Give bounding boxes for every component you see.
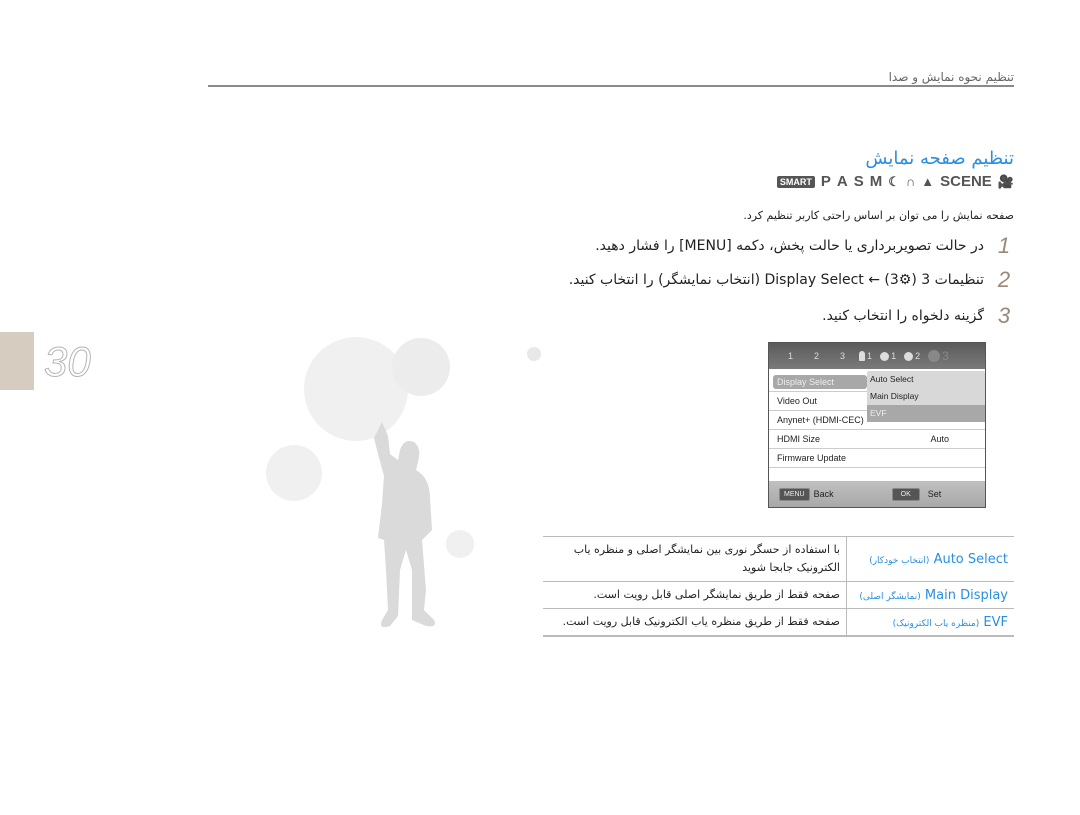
tab-label: 1 (891, 351, 897, 361)
row-label: Firmware Update (777, 453, 847, 463)
a-mode-icon: A (836, 173, 848, 190)
tab-label: 2 (814, 351, 820, 361)
tab-label: 3 (840, 351, 846, 361)
bubble-medium (392, 338, 450, 396)
option-description: صفحه فقط از طریق منظره یاب الکترونیک قاب… (543, 608, 847, 637)
boy-silhouette (374, 422, 435, 628)
row-label: Anynet+ (HDMI-CEC) (777, 415, 864, 425)
tab-gear-3: 3 (928, 349, 949, 363)
option-label: Auto Select (933, 551, 1008, 567)
tab-label: 3 (942, 349, 949, 363)
menu-key-icon: MENU (779, 487, 810, 501)
option-name: Main Display (نمایشگر اصلی) (846, 581, 1014, 609)
table-row: EVF (منظره یاب الکترونیک) صفحه فقط از طر… (543, 608, 1014, 637)
bubble-left (266, 445, 322, 501)
camera-menu-screen: 1 2 3 1 1 2 3 Display Select Video Out A… (768, 342, 986, 508)
step-number: 1 (997, 233, 1011, 258)
scene-mode-icon: SCENE (940, 173, 992, 190)
gear-icon (880, 351, 890, 361)
movie-mode-icon: 🎥 (997, 173, 1014, 189)
mode-icons: SMART P A S M ☾ ∩ ▲ SCENE 🎥 (776, 173, 1014, 190)
step-number: 2 (997, 267, 1011, 292)
step-text: گزینه دلخواه را انتخاب کنید. (822, 308, 984, 324)
set-label: Set (927, 489, 942, 499)
section-header: تنظیم نحوه نمایش و صدا (888, 70, 1014, 84)
row-label: Display Select (773, 375, 867, 389)
person-icon (859, 351, 866, 361)
gear-icon (904, 351, 914, 361)
bubble-tiny (527, 347, 541, 361)
option-description: صفحه فقط از طریق نمایشگر اصلی قابل رویت … (543, 581, 847, 609)
tab-gear-1: 1 (880, 351, 896, 361)
options-table: Auto Select (انتخاب خودکار) با استفاده ا… (543, 536, 1014, 637)
display-select-dropdown: Auto Select Main Display EVF (867, 371, 985, 422)
tab-camera-1: 1 (775, 351, 793, 361)
option-label: EVF (983, 614, 1008, 630)
step-1: 1 در حالت تصویربرداری یا حالت پخش، دکمه … (595, 233, 1014, 259)
tab-label: 1 (788, 351, 794, 361)
step-2: 2 تنظیمات 3 (⚙3) ← Display Select (انتخا… (569, 267, 1014, 293)
tab-gear-2: 2 (904, 351, 920, 361)
section-divider (208, 85, 1014, 87)
option-label-fa: (منظره یاب الکترونیک) (892, 618, 980, 629)
option-name: EVF (منظره یاب الکترونیک) (846, 608, 1014, 637)
tab-camera-2: 2 (801, 351, 819, 361)
s-mode-icon: S (853, 173, 864, 190)
p-mode-icon: P (820, 173, 831, 190)
row-label: Video Out (777, 396, 817, 406)
step-text: تنظیمات 3 (⚙3) ← Display Select (انتخاب … (568, 272, 984, 288)
beauty-mode-icon: ∩ (905, 174, 916, 189)
gear-icon (928, 350, 941, 362)
page-title: تنظیم صفحه نمایش (865, 148, 1014, 169)
landscape-mode-icon: ▲ (921, 174, 935, 189)
bubble-small (446, 530, 474, 558)
dropdown-option: Main Display (870, 391, 919, 401)
menu-row-firmware: Firmware Update (769, 449, 985, 468)
option-description: با استفاده از حسگر نوری بین نمایشگر اصلی… (543, 536, 847, 582)
tab-camera-3: 3 (827, 351, 845, 361)
menu-row-hdmi-size: HDMI Size Auto (769, 430, 985, 449)
dropdown-option-highlighted: EVF (867, 405, 985, 422)
table-row: Auto Select (انتخاب خودکار) با استفاده ا… (543, 536, 1014, 582)
ok-key-icon: OK (891, 487, 920, 501)
camera-menu-tabs: 1 2 3 1 1 2 3 (769, 343, 985, 369)
step-3: 3 گزینه دلخواه را انتخاب کنید. (822, 303, 1014, 329)
page-tab (0, 332, 34, 390)
camera-menu-footer: MENU Back OK Set (769, 481, 985, 507)
camera-menu-list: Display Select Video Out Anynet+ (HDMI-C… (769, 369, 985, 468)
tab-person-1: 1 (859, 351, 872, 361)
table-row: Main Display (نمایشگر اصلی) صفحه فقط از … (543, 581, 1014, 609)
tab-label: 2 (915, 351, 921, 361)
option-label-fa: (انتخاب خودکار) (869, 555, 930, 566)
tab-label: 1 (867, 351, 873, 361)
step-number: 3 (997, 303, 1011, 328)
step-text: در حالت تصویربرداری یا حالت پخش، دکمه [M… (595, 238, 984, 254)
row-value: Auto (930, 434, 949, 444)
dropdown-option: Auto Select (870, 374, 914, 384)
option-label-fa: (نمایشگر اصلی) (859, 591, 921, 602)
m-mode-icon: M (869, 173, 883, 190)
night-mode-icon: ☾ (888, 173, 900, 189)
smart-mode-icon: SMART (776, 175, 815, 188)
intro-text: صفحه نمایش را می توان بر اساس راحتی کارب… (743, 209, 1014, 222)
option-name: Auto Select (انتخاب خودکار) (846, 536, 1014, 582)
option-label: Main Display (924, 587, 1008, 603)
back-label: Back (813, 489, 834, 499)
page-number: 30 (44, 338, 92, 386)
row-label: HDMI Size (777, 434, 821, 444)
